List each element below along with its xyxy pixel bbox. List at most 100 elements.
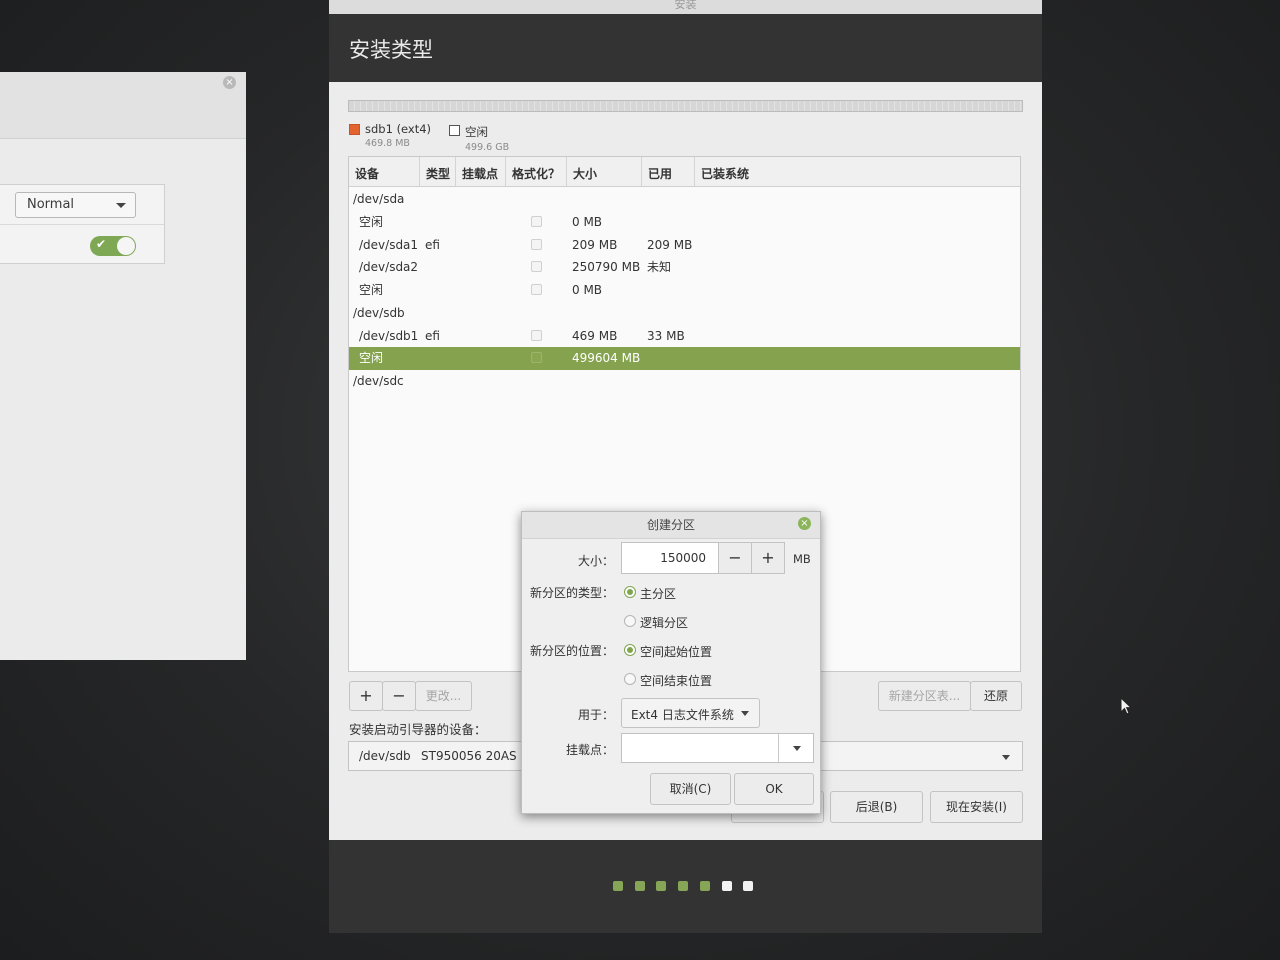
location-end-radio[interactable] xyxy=(624,673,636,685)
size-unit: MB xyxy=(793,552,811,566)
filesystem-value: Ext4 日志文件系统 xyxy=(631,708,734,722)
check-icon: ✔ xyxy=(96,237,107,251)
partition-used: 33 MB xyxy=(647,328,685,343)
partition-device: 空闲 xyxy=(359,283,384,297)
remove-partition-button[interactable]: − xyxy=(382,681,416,711)
mount-point-label: 挂载点： xyxy=(565,743,614,757)
format-checkbox[interactable] xyxy=(531,261,542,273)
page-title: 安装类型 xyxy=(349,38,433,62)
disk-name: /dev/sda xyxy=(353,192,405,206)
format-checkbox[interactable] xyxy=(531,215,542,227)
setting-toggle[interactable]: ✔ xyxy=(90,236,136,256)
close-icon[interactable]: × xyxy=(223,76,236,89)
disk-name: /dev/sdc xyxy=(353,374,404,388)
type-logical-radio[interactable] xyxy=(624,615,636,627)
dropdown-value: Normal xyxy=(27,197,75,212)
ok-button[interactable]: OK xyxy=(734,773,814,805)
background-window-titlebar xyxy=(0,72,246,139)
table-row[interactable]: 空闲 499604 MB xyxy=(349,347,1020,371)
column-header-used[interactable]: 已用 xyxy=(642,157,695,186)
progress-dot-pending xyxy=(721,881,732,891)
progress-dot-complete xyxy=(634,881,645,891)
legend-label-sdb1: sdb1 (ext4) xyxy=(365,122,432,136)
table-row[interactable]: /dev/sdb xyxy=(349,302,1020,325)
chevron-down-icon xyxy=(1002,755,1010,760)
bootloader-device: /dev/sdb xyxy=(359,749,411,763)
disk-usage-bar xyxy=(348,100,1023,112)
table-header: 设备 类型 挂载点 格式化？ 大小 已用 已装系统 xyxy=(349,157,1020,187)
column-header-installed-os[interactable]: 已装系统 xyxy=(695,157,1020,186)
table-row[interactable]: /dev/sda2 250790 MB 未知 xyxy=(349,256,1020,279)
table-row[interactable]: /dev/sdb1 efi 469 MB 33 MB xyxy=(349,325,1020,348)
dialog-title: 创建分区 xyxy=(522,512,820,539)
partition-device: 空闲 xyxy=(359,351,384,366)
table-row[interactable]: /dev/sda1 efi 209 MB 209 MB xyxy=(349,234,1020,257)
format-checkbox[interactable] xyxy=(531,284,542,295)
create-partition-dialog: 创建分区 × 大小： 150000 − + MB 新分区的类型： 主分区 逻辑分… xyxy=(521,511,821,814)
theme-dropdown[interactable]: Normal xyxy=(15,192,136,218)
change-partition-button[interactable]: 更改... xyxy=(415,681,472,711)
install-now-button[interactable]: 现在安装(I) xyxy=(930,791,1023,823)
partition-type: efi xyxy=(425,237,440,252)
table-row[interactable]: 空闲 0 MB xyxy=(349,211,1020,234)
filesystem-select[interactable]: Ext4 日志文件系统 xyxy=(621,698,760,728)
location-label: 新分区的位置： xyxy=(529,644,614,658)
close-icon[interactable]: × xyxy=(798,517,811,530)
table-row[interactable]: /dev/sdc xyxy=(349,370,1020,393)
cancel-button[interactable]: 取消(C) xyxy=(650,773,731,805)
mount-point-combo[interactable] xyxy=(621,733,814,763)
window-titlebar: 安装 xyxy=(329,0,1042,14)
partition-device: /dev/sdb1 xyxy=(359,328,419,343)
partition-used: 未知 xyxy=(647,260,672,275)
format-checkbox[interactable] xyxy=(531,329,542,341)
size-decrement-button[interactable]: − xyxy=(718,542,752,574)
partition-type: efi xyxy=(425,328,440,343)
chevron-down-icon[interactable] xyxy=(793,746,801,751)
new-partition-table-button[interactable]: 新建分区表... xyxy=(878,681,971,711)
location-start-label[interactable]: 空间起始位置 xyxy=(640,643,712,660)
partition-device: /dev/sda1 xyxy=(359,237,419,252)
size-increment-button[interactable]: + xyxy=(751,542,785,574)
partition-device: 空闲 xyxy=(359,214,384,229)
divider xyxy=(778,734,779,762)
revert-button[interactable]: 还原 xyxy=(970,681,1022,711)
legend-swatch-free xyxy=(449,125,460,136)
column-header-mount[interactable]: 挂载点 xyxy=(456,157,506,186)
bootloader-label: 安装启动引导器的设备： xyxy=(349,722,487,737)
column-header-size[interactable]: 大小 xyxy=(567,157,642,186)
location-end-label[interactable]: 空间结束位置 xyxy=(640,672,712,689)
table-row[interactable]: /dev/sda xyxy=(349,188,1020,211)
partition-device: /dev/sda2 xyxy=(359,260,419,275)
back-button[interactable]: 后退(B) xyxy=(830,791,923,823)
column-header-device[interactable]: 设备 xyxy=(349,157,420,186)
column-header-format[interactable]: 格式化？ xyxy=(506,157,567,186)
legend-swatch-sdb1 xyxy=(349,124,360,135)
progress-dot-complete xyxy=(699,881,710,891)
location-start-radio[interactable] xyxy=(624,644,636,656)
column-header-type[interactable]: 类型 xyxy=(420,157,456,186)
table-row[interactable]: 空闲 0 MB xyxy=(349,279,1020,302)
format-checkbox[interactable] xyxy=(531,352,542,364)
type-logical-label[interactable]: 逻辑分区 xyxy=(640,614,688,631)
disk-name: /dev/sdb xyxy=(353,305,405,320)
chevron-down-icon xyxy=(741,711,749,716)
progress-dots xyxy=(613,881,773,891)
size-label: 大小： xyxy=(577,554,614,568)
size-value: 150000 xyxy=(660,551,706,565)
partition-size: 499604 MB xyxy=(572,351,641,366)
use-as-label: 用于： xyxy=(577,708,614,722)
legend-size-free: 499.6 GB xyxy=(465,142,510,153)
format-checkbox[interactable] xyxy=(531,238,542,250)
size-input[interactable]: 150000 xyxy=(621,542,719,574)
partition-size: 0 MB xyxy=(572,214,603,229)
progress-dot-complete xyxy=(613,881,623,891)
legend-label-free: 空闲 xyxy=(465,125,488,139)
type-primary-radio[interactable] xyxy=(624,586,636,598)
partition-size: 0 MB xyxy=(572,283,603,297)
background-settings-window: × Normal ✔ xyxy=(0,72,246,660)
type-label: 新分区的类型： xyxy=(529,586,614,600)
type-primary-label[interactable]: 主分区 xyxy=(640,585,676,602)
mouse-cursor-icon xyxy=(1120,697,1133,715)
partition-size: 250790 MB xyxy=(572,260,641,275)
add-partition-button[interactable]: + xyxy=(349,681,383,711)
